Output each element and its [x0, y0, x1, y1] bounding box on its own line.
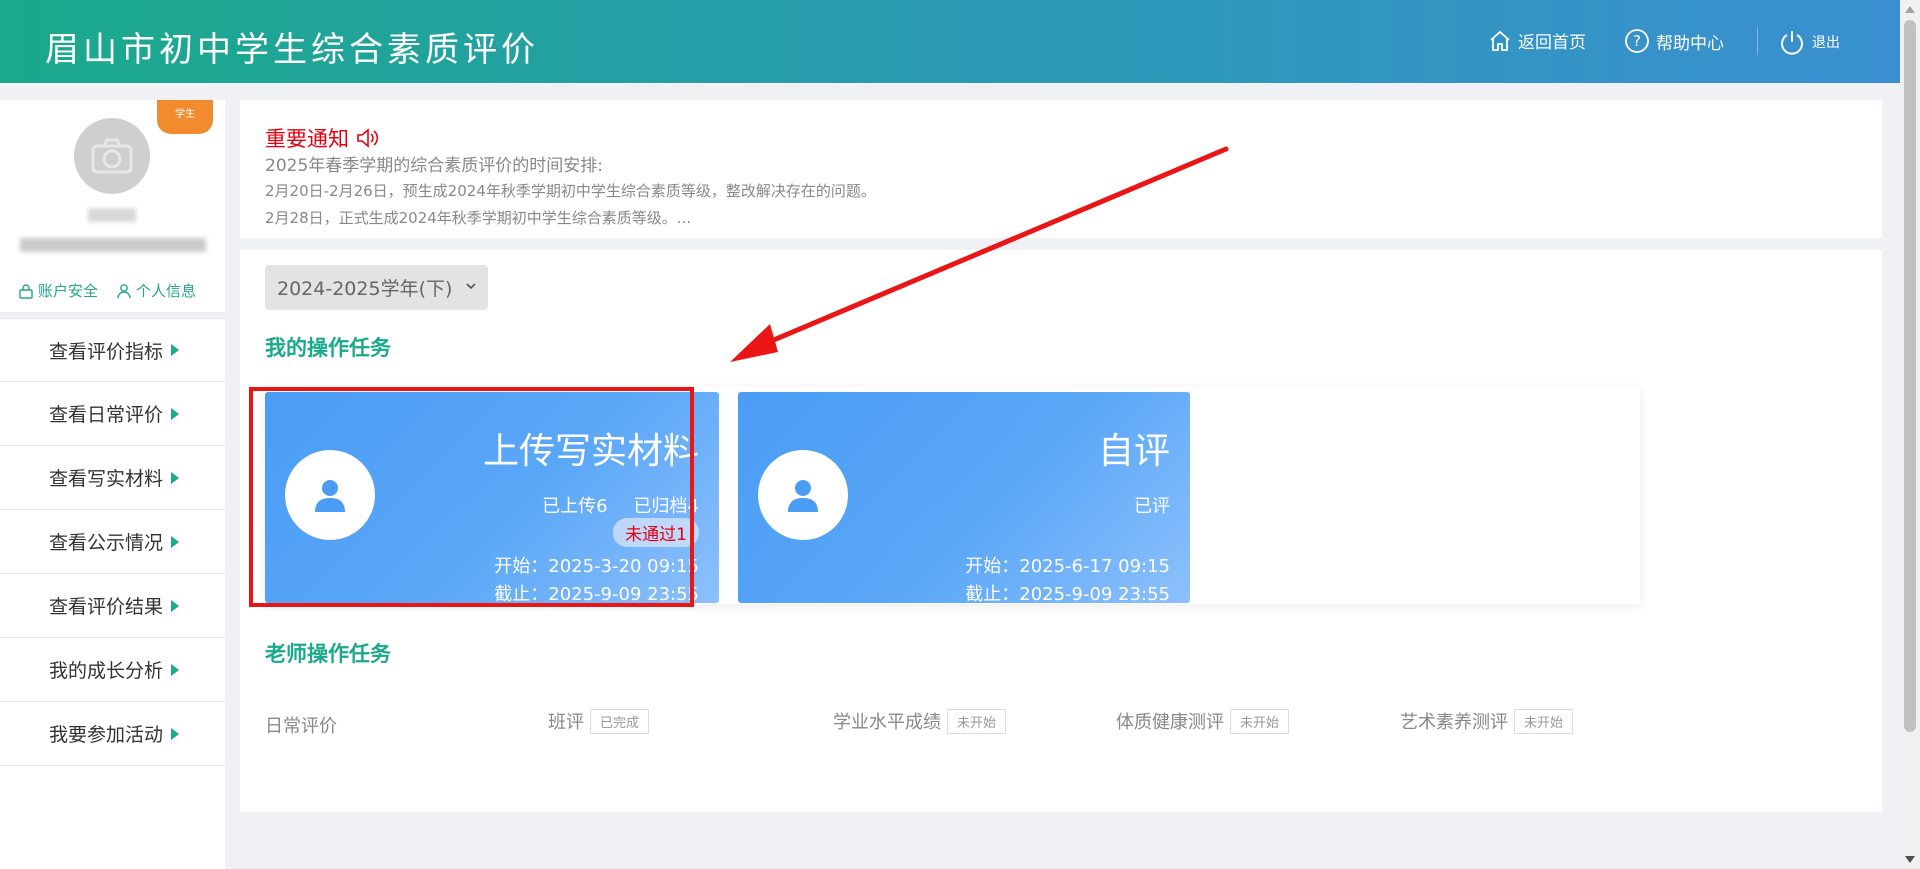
card-end-time: 截止：2025-9-09 23:55 [965, 584, 1170, 605]
sidebar-item-join-activities[interactable]: 我要参加活动 [0, 702, 225, 766]
teacher-task-label: 艺术素养测评 [1400, 712, 1508, 733]
notice-title-row[interactable]: 重要通知 [265, 122, 1857, 154]
teacher-task-class-eval[interactable]: 班评 已完成 [548, 708, 650, 734]
nav-home-label: 返回首页 [1518, 33, 1586, 53]
task-card-self-evaluation[interactable]: 自评 已评 开始：2025-6-17 09:15 截止：2025-9-09 23… [738, 392, 1190, 605]
card-avatar [758, 450, 848, 540]
app-title: 眉山市初中学生综合素质评价 [45, 30, 539, 70]
sidebar-item-daily-evaluation[interactable]: 查看日常评价 [0, 382, 225, 446]
sidebar: 学生 账户安全 个人信息 查看评价指标 查看日常评价 查看写实材料 查看公示情况 [0, 100, 225, 869]
sidebar-item-growth-analysis[interactable]: 我的成长分析 [0, 638, 225, 702]
chevron-right-icon [171, 407, 180, 420]
nav-help-label: 帮助中心 [1656, 33, 1724, 54]
chevron-right-icon [171, 727, 180, 740]
sidebar-item-factual-materials[interactable]: 查看写实材料 [0, 446, 225, 510]
card-title: 自评 [1097, 431, 1170, 472]
sidebar-item-label: 查看写实材料 [49, 468, 164, 490]
card-start-time: 开始：2025-6-17 09:15 [965, 556, 1170, 577]
chevron-right-icon [171, 663, 180, 676]
term-select-value: 2024-2025学年(下) [277, 278, 453, 300]
user-avatar-icon [788, 480, 818, 512]
card-stats: 已评 [1134, 492, 1170, 518]
teacher-task-academic[interactable]: 学业水平成绩 未开始 [833, 708, 1007, 734]
teacher-task-label: 日常评价 [265, 716, 337, 737]
sidebar-item-label: 查看评价指标 [49, 340, 164, 363]
chevron-right-icon [171, 535, 180, 548]
term-select[interactable]: 2024-2025学年(下) [265, 265, 488, 310]
chevron-right-icon [171, 471, 180, 484]
personal-info-label: 个人信息 [136, 282, 197, 300]
nav-help-link[interactable]: ? 帮助中心 [1624, 28, 1724, 54]
scroll-thumb[interactable] [1904, 20, 1916, 732]
notice-title: 重要通知 [265, 127, 349, 151]
page-scrollbar[interactable] [1900, 0, 1920, 869]
chevron-right-icon [171, 599, 180, 612]
help-icon: ? [1625, 29, 1649, 53]
top-header: 眉山市初中学生综合素质评价 返回首页 ? 帮助中心 退出 [0, 0, 1900, 83]
sidebar-item-label: 查看评价结果 [49, 596, 164, 618]
nav-exit-link[interactable]: 退出 [1778, 28, 1840, 56]
teacher-task-row: 日常评价 班评 已完成 学业水平成绩 未开始 体质健康测评 未开始 艺术素养测评… [265, 708, 1665, 742]
teacher-task-daily[interactable]: 日常评价 [265, 712, 337, 738]
teacher-task-label: 体质健康测评 [1116, 712, 1224, 733]
chevron-down-icon [466, 283, 476, 290]
lock-icon [19, 283, 33, 299]
notice-line: 2月20日-2月26日，预生成2024年秋季学期初中学生综合素质等级，整改解决存… [265, 182, 876, 200]
user-icon [117, 283, 131, 298]
notice-panel: 重要通知 2025年春季学期的综合素质评价的时间安排: 2月20日-2月26日，… [240, 100, 1882, 238]
account-security-link[interactable]: 账户安全 [18, 280, 98, 301]
svg-text:?: ? [1633, 32, 1641, 50]
role-badge: 学生 [157, 100, 213, 134]
sidebar-item-label: 查看日常评价 [49, 404, 164, 426]
personal-info-link[interactable]: 个人信息 [116, 280, 196, 301]
profile-panel: 学生 账户安全 个人信息 [0, 100, 225, 318]
nav-divider [1757, 27, 1758, 55]
teacher-tasks-title: 老师操作任务 [265, 642, 391, 666]
status-badge: 未开始 [947, 708, 1007, 734]
speaker-icon [357, 128, 379, 148]
scroll-up-arrow[interactable] [1905, 6, 1915, 13]
sidebar-item-label: 查看公示情况 [49, 532, 164, 554]
account-security-label: 账户安全 [38, 282, 99, 300]
sidebar-item-evaluation-results[interactable]: 查看评价结果 [0, 574, 225, 638]
teacher-task-label: 班评 [548, 712, 584, 733]
nav-home-link[interactable]: 返回首页 [1488, 28, 1586, 53]
evaluated-status: 已评 [1134, 496, 1170, 517]
status-badge: 未开始 [1514, 708, 1574, 734]
home-icon [1490, 30, 1510, 51]
notice-line: 2月28日，正式生成2024年秋季学期初中学生综合素质等级。... [265, 209, 692, 227]
camera-icon [91, 138, 133, 174]
teacher-task-physical[interactable]: 体质健康测评 未开始 [1116, 708, 1290, 734]
profile-links: 账户安全 个人信息 [18, 280, 196, 301]
teacher-task-art[interactable]: 艺术素养测评 未开始 [1400, 708, 1574, 734]
status-badge: 已完成 [590, 708, 650, 734]
power-icon [1781, 31, 1803, 55]
sidebar-item-label: 我要参加活动 [49, 724, 164, 746]
status-badge: 未开始 [1230, 708, 1290, 734]
sidebar-menu: 查看评价指标 查看日常评价 查看写实材料 查看公示情况 查看评价结果 我的成长分… [0, 318, 225, 766]
nav-exit-label: 退出 [1812, 35, 1840, 51]
scroll-down-arrow[interactable] [1905, 856, 1915, 863]
sidebar-item-evaluation-indicators[interactable]: 查看评价指标 [0, 318, 225, 382]
profile-name-redacted [88, 208, 136, 222]
teacher-task-label: 学业水平成绩 [833, 712, 941, 733]
annotation-highlight-box [249, 387, 694, 607]
sidebar-item-publicity[interactable]: 查看公示情况 [0, 510, 225, 574]
notice-line: 2025年春季学期的综合素质评价的时间安排: [265, 156, 603, 176]
main-panel: 2024-2025学年(下) 我的操作任务 上传写实材料 已上传6 已归档4 未… [240, 250, 1882, 812]
avatar[interactable] [74, 118, 150, 194]
sidebar-item-label: 我的成长分析 [49, 660, 164, 682]
profile-id-redacted [20, 238, 206, 252]
chevron-right-icon [171, 344, 180, 356]
my-tasks-title: 我的操作任务 [265, 336, 391, 360]
